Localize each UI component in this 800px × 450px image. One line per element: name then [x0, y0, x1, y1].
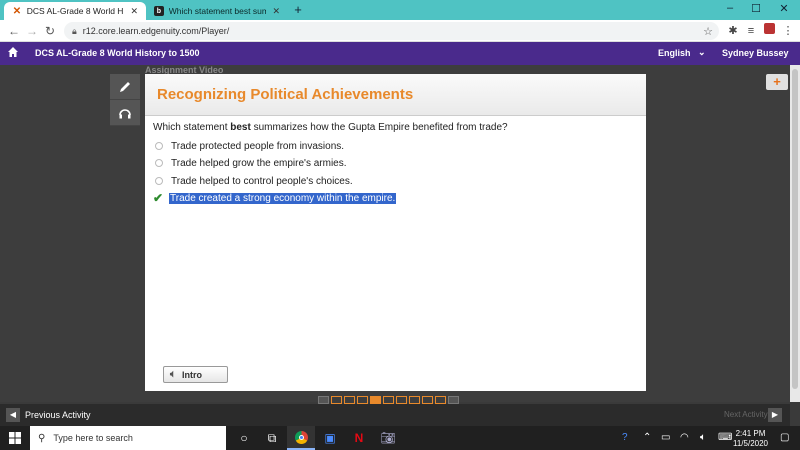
- activity-footer: ◀ Previous Activity Next Activity ▶: [0, 404, 790, 426]
- browser-tab-brainly[interactable]: b Which statement best summarize ✕: [146, 2, 288, 20]
- extensions-puzzle-icon[interactable]: ✱: [725, 23, 741, 39]
- new-tab-icon[interactable]: +: [291, 3, 305, 17]
- search-icon: ⚲: [38, 432, 46, 444]
- wifi-icon[interactable]: ◠: [680, 432, 689, 443]
- question-text: Which statement best summarizes how the …: [153, 122, 508, 133]
- taskbar-search-input[interactable]: ⚲ Type here to search: [30, 426, 226, 450]
- chevron-up-icon[interactable]: ⌃: [643, 432, 651, 443]
- answer-choice[interactable]: Trade helped to control people's choices…: [153, 173, 353, 189]
- choice-label: Trade helped grow the empire's armies.: [171, 157, 347, 169]
- language-selector[interactable]: English: [658, 48, 691, 58]
- pager-next-icon[interactable]: [448, 396, 459, 404]
- media-control-icon[interactable]: ≡: [743, 23, 759, 39]
- choice-label: Trade created a strong economy within th…: [169, 192, 397, 204]
- pencil-icon[interactable]: [110, 74, 140, 100]
- url-field[interactable]: 🔒︎ r12.core.learn.edgenuity.com/Player/ …: [64, 22, 719, 40]
- pager-prev-icon[interactable]: [318, 396, 329, 404]
- cortana-icon[interactable]: ○: [230, 426, 258, 450]
- url-text: r12.core.learn.edgenuity.com/Player/: [82, 26, 230, 36]
- brainly-icon: b: [154, 6, 164, 16]
- expand-plus-button[interactable]: +: [766, 74, 788, 90]
- app-header: DCS AL-Grade 8 World History to 1500 Eng…: [0, 42, 800, 65]
- back-arrow-icon[interactable]: ←: [6, 23, 22, 39]
- minimize-icon[interactable]: –: [720, 2, 740, 14]
- scrollbar-thumb[interactable]: [792, 69, 798, 389]
- course-title: DCS AL-Grade 8 World History to 1500: [35, 48, 200, 58]
- checkmark-icon: ✔: [153, 191, 164, 205]
- pager-page[interactable]: [383, 396, 394, 404]
- speaker-icon: 🔈︎: [170, 369, 176, 380]
- previous-arrow-icon[interactable]: ◀: [6, 408, 20, 422]
- browser-tab-strip: ✕ DCS AL-Grade 8 World History to ✕ b Wh…: [0, 0, 800, 20]
- next-activity-button[interactable]: Next Activity: [724, 410, 768, 419]
- next-arrow-icon[interactable]: ▶: [768, 408, 782, 422]
- forward-arrow-icon[interactable]: →: [24, 23, 40, 39]
- page-scrollbar[interactable]: [790, 65, 800, 402]
- pager-page[interactable]: [409, 396, 420, 404]
- task-view-icon[interactable]: ⧉: [258, 426, 286, 450]
- activity-pager: [318, 396, 459, 404]
- question-panel: Recognizing Political Achievements Which…: [145, 74, 646, 391]
- lesson-title: Recognizing Political Achievements: [157, 86, 414, 103]
- system-clock[interactable]: 2:41 PM 11/5/2020: [733, 429, 768, 449]
- answer-choice[interactable]: Trade helped grow the empire's armies.: [153, 155, 347, 171]
- radio-button[interactable]: [155, 142, 163, 150]
- intro-label: Intro: [182, 369, 202, 380]
- close-tab-icon[interactable]: ✕: [272, 6, 280, 17]
- close-window-icon[interactable]: ✕: [774, 2, 794, 15]
- lock-icon: 🔒︎: [72, 25, 77, 36]
- help-icon[interactable]: ?: [622, 432, 628, 443]
- radio-button[interactable]: [155, 177, 163, 185]
- panel-header: Recognizing Political Achievements: [145, 74, 646, 116]
- camera-icon[interactable]: 📷︎: [374, 426, 402, 450]
- windows-start-icon[interactable]: [0, 426, 30, 450]
- tab-title: DCS AL-Grade 8 World History to: [26, 6, 125, 16]
- home-icon[interactable]: [7, 46, 19, 58]
- radio-button[interactable]: [155, 159, 163, 167]
- browser-tab-edgenuity[interactable]: ✕ DCS AL-Grade 8 World History to ✕: [4, 2, 146, 20]
- tool-palette: [110, 74, 140, 126]
- pager-page[interactable]: [396, 396, 407, 404]
- maximize-icon[interactable]: ☐: [746, 2, 766, 15]
- notifications-icon[interactable]: ▢: [780, 432, 789, 443]
- pager-page[interactable]: [357, 396, 368, 404]
- pager-page[interactable]: [331, 396, 342, 404]
- edgenuity-x-icon: ✕: [12, 5, 22, 17]
- battery-icon[interactable]: ▭: [661, 432, 670, 443]
- answer-choice-correct[interactable]: ✔ Trade created a strong economy within …: [153, 190, 397, 206]
- pager-page[interactable]: [435, 396, 446, 404]
- previous-activity-button[interactable]: Previous Activity: [25, 410, 91, 420]
- pager-page[interactable]: [422, 396, 433, 404]
- headphones-icon[interactable]: [110, 100, 140, 126]
- intro-audio-button[interactable]: 🔈︎ Intro: [163, 366, 228, 383]
- keyboard-icon[interactable]: ⌨: [718, 432, 732, 443]
- profile-avatar[interactable]: [761, 23, 777, 39]
- address-bar-row: ← → ↻ 🔒︎ r12.core.learn.edgenuity.com/Pl…: [0, 20, 800, 42]
- chevron-down-icon[interactable]: ⌄: [698, 47, 706, 58]
- zoom-icon[interactable]: ▣: [316, 426, 344, 450]
- clock-date: 11/5/2020: [733, 439, 768, 448]
- tab-title: Which statement best summarize: [168, 6, 267, 16]
- windows-taskbar: ⚲ Type here to search ○ ⧉ ▣ N 📷︎ ? ⌃ ▭ ◠…: [0, 426, 800, 450]
- answer-choice[interactable]: Trade protected people from invasions.: [153, 138, 344, 154]
- bookmark-star-icon[interactable]: ☆: [703, 25, 713, 38]
- search-placeholder: Type here to search: [53, 433, 133, 443]
- close-tab-icon[interactable]: ✕: [130, 6, 138, 17]
- clock-time: 2:41 PM: [735, 429, 766, 438]
- pager-page[interactable]: [344, 396, 355, 404]
- volume-icon[interactable]: 🔈︎: [700, 432, 706, 443]
- user-name[interactable]: Sydney Bussey: [722, 48, 789, 58]
- choice-label: Trade helped to control people's choices…: [171, 175, 353, 187]
- reload-icon[interactable]: ↻: [42, 23, 58, 39]
- choice-label: Trade protected people from invasions.: [171, 140, 345, 152]
- netflix-icon[interactable]: N: [345, 426, 373, 450]
- chrome-icon[interactable]: [287, 426, 315, 450]
- pager-page[interactable]: [370, 396, 381, 404]
- browser-menu-icon[interactable]: ⋮: [780, 23, 796, 39]
